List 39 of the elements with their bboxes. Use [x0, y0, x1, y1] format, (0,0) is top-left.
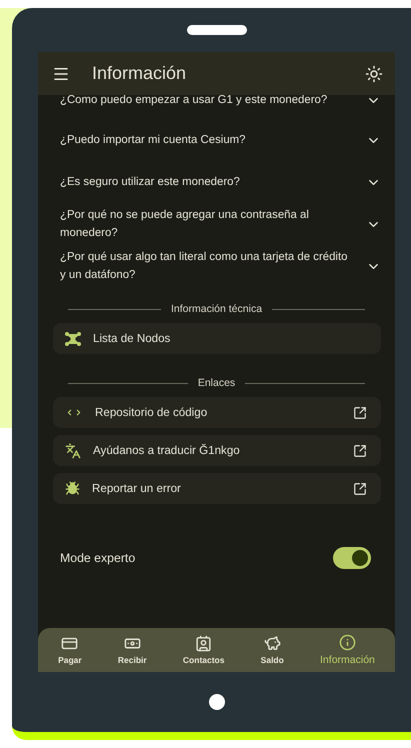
faq-question: ¿Por qué usar algo tan literal como una tarjeta de crédito y un datáfono?	[60, 250, 348, 283]
link-label: Repositorio de código	[95, 406, 208, 419]
faq-item[interactable]: ¿Como puedo empezar a usar G1 y este monedero?	[52, 95, 381, 119]
link-card[interactable]: Repositorio de código	[53, 397, 381, 428]
link-card[interactable]: Lista de Nodos	[53, 323, 381, 354]
nav-tab[interactable]: Información	[320, 634, 375, 666]
sun-button[interactable]	[365, 64, 383, 82]
link-label: Ayúdanos a traducir Ğ1nkgo	[93, 444, 241, 457]
phone-notch	[186, 25, 246, 35]
faq-question: ¿Por qué no se puede agregar una contraseña al monedero?	[60, 208, 310, 241]
section-title: Información técnica	[170, 303, 262, 315]
nav-tab[interactable]: Saldo	[260, 635, 284, 665]
nav-tab[interactable]: Pagar	[58, 635, 82, 665]
link-card[interactable]: Reportar un error	[53, 473, 381, 504]
home-button[interactable]	[208, 694, 224, 710]
faq-item[interactable]: ¿Es seguro utilizar este monedero?	[52, 161, 381, 203]
piggy-bank-icon	[264, 635, 281, 652]
link-label: Reportar un error	[92, 482, 182, 495]
card-icon	[61, 635, 78, 652]
info-icon	[338, 634, 356, 651]
faq-item[interactable]: ¿Por qué no se puede agregar una contraseña al monedero?	[52, 203, 381, 245]
faq-question: ¿Como puedo empezar a usar G1 y este monedero?	[60, 95, 328, 108]
nav-tab[interactable]: Contactos	[182, 635, 224, 665]
contact-card-icon	[195, 635, 212, 652]
faq-question: ¿Es seguro utilizar este monedero?	[60, 175, 240, 190]
code-brackets-icon	[65, 408, 83, 417]
expert-mode-switch[interactable]	[333, 547, 371, 569]
bug-icon	[65, 481, 80, 496]
faq-question: ¿Puedo importar mi cuenta Cesium?	[60, 133, 246, 148]
link-card[interactable]: Ayúdanos a traducir Ğ1nkgo	[53, 435, 381, 466]
nodes-icon	[65, 332, 81, 346]
link-label: Lista de Nodos	[93, 332, 172, 345]
nav-tab[interactable]: Recibir	[118, 635, 147, 665]
section-title: Enlaces	[198, 377, 236, 389]
faq-item[interactable]: ¿Por qué usar algo tan literal como una tarjeta de crédito y un datáfono?	[52, 245, 381, 287]
faq-item[interactable]: ¿Puedo importar mi cuenta Cesium?	[52, 119, 381, 161]
app-bar-title: Información	[92, 63, 188, 84]
translate-icon	[65, 442, 81, 458]
expert-mode-label: Mode experto	[60, 551, 136, 565]
